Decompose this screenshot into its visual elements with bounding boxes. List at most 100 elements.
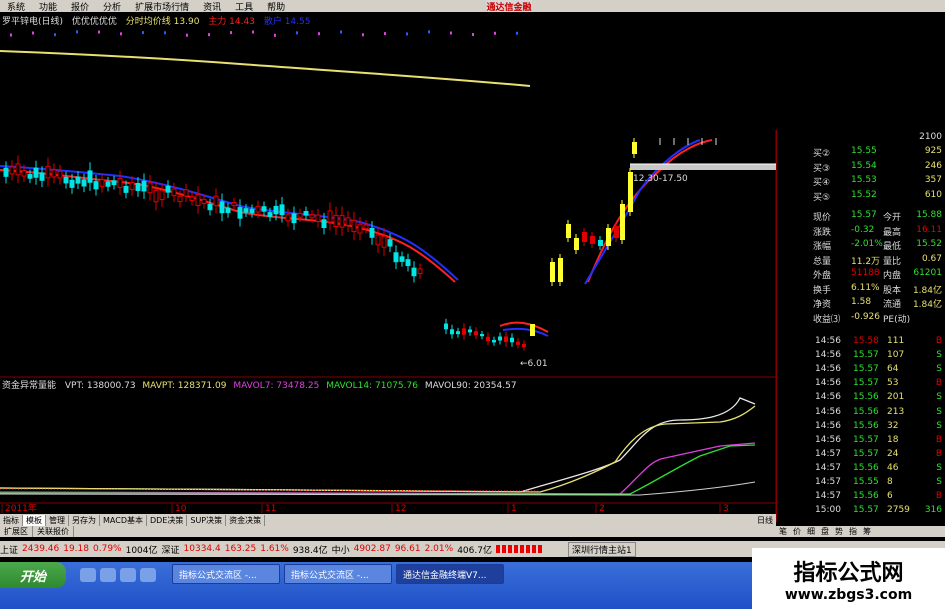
stock-title: 罗平锌电(日线)	[2, 17, 64, 27]
stat-value: -2.01%	[851, 239, 883, 249]
tick-price: 15.56	[853, 406, 879, 417]
bid-volume: 925	[924, 146, 942, 156]
tab-shi[interactable]: 势	[832, 526, 846, 537]
tick-price: 15.57	[853, 505, 879, 516]
folder-icon[interactable]	[140, 568, 156, 582]
desktop-icon[interactable]	[100, 568, 116, 582]
tick-price: 15.56	[853, 491, 879, 502]
tick-price: 15.57	[853, 434, 879, 445]
stat-row: 总量 11.2万 量比 0.67	[777, 254, 945, 267]
tick-volume: 213	[887, 406, 905, 417]
task-forum-2[interactable]: 指标公式交流区 -...	[284, 564, 392, 584]
task-terminal[interactable]: 通达信金融终端V7...	[396, 564, 504, 584]
menu-item[interactable]: 功能	[39, 0, 57, 13]
time-tick-label: 10	[175, 504, 187, 514]
bid-label: 买③	[813, 163, 831, 174]
menu-item[interactable]: 工具	[235, 0, 253, 13]
menu-item[interactable]: 帮助	[267, 0, 285, 13]
tab-dde[interactable]: DDE决策	[147, 514, 188, 526]
signal-mark	[472, 33, 474, 37]
menu-bar: 系统 功能 报价 分析 扩展市场行情 资讯 工具 帮助 通达信金融	[0, 0, 945, 13]
ticker-label: 深证	[161, 545, 180, 556]
tick-volume: 46	[887, 462, 899, 473]
time-tick-label: 3	[723, 504, 729, 514]
indicator-legend: 资金异常量能 VPT: 138000.73 MAVPT: 128371.09 M…	[2, 379, 517, 391]
stat-label: 股本	[883, 285, 902, 296]
start-button[interactable]: 开始	[0, 562, 66, 588]
tab-xi[interactable]: 细	[804, 526, 818, 537]
tab-chou[interactable]: 筹	[860, 526, 874, 537]
stat-label: PE(动)	[883, 314, 911, 325]
tab-pan[interactable]: 盘	[818, 526, 832, 537]
tick-time: 14:56	[815, 406, 841, 417]
media-icon[interactable]	[120, 568, 136, 582]
tab-extend-area[interactable]: 扩展区	[0, 526, 33, 537]
candle-body	[574, 238, 579, 250]
tick-volume: 8	[887, 477, 893, 487]
time-tick-label: 2011年	[5, 502, 37, 514]
tick-time: 14:56	[815, 392, 841, 403]
stat-value: -0.32	[851, 224, 875, 235]
tab-indicator[interactable]: 指标	[0, 514, 23, 526]
candle-body	[237, 207, 243, 219]
tick-time: 14:57	[815, 491, 841, 502]
candle-body	[63, 176, 69, 184]
stat-value: -0.926	[851, 311, 881, 322]
tab-save-as[interactable]: 另存为	[69, 514, 100, 526]
tab-sup[interactable]: SUP决策	[187, 514, 227, 526]
tab-jia[interactable]: 价	[790, 526, 804, 537]
bid-row: 买② 15.55 925	[777, 146, 945, 159]
low-annotation: ←6.01	[520, 359, 548, 369]
candle-body	[590, 236, 595, 244]
menu-item[interactable]: 报价	[71, 0, 89, 13]
signal-mark	[516, 31, 518, 35]
menu-item[interactable]: 扩展市场行情	[135, 0, 189, 13]
candle-body	[375, 234, 381, 246]
tab-bi[interactable]: 笔	[776, 526, 790, 537]
tab-fund[interactable]: 资金决策	[226, 514, 266, 526]
tick-volume: 32	[887, 420, 899, 431]
candle-body	[480, 334, 484, 337]
candle-body	[57, 170, 63, 179]
tab-macd[interactable]: MACD基本	[100, 514, 147, 526]
candle-body	[135, 182, 141, 191]
candle-body	[249, 208, 255, 214]
signal-mark	[252, 30, 254, 34]
task-label: 通达信金融终端V7...	[403, 570, 487, 581]
stat-row: 净资 1.58 流通 1.84亿	[777, 297, 945, 310]
stat-label: 总量	[813, 256, 832, 267]
bid-label: 买④	[813, 178, 831, 188]
ticker-change: 163.25	[224, 544, 257, 554]
tab-linked-quote[interactable]: 关联报价	[33, 526, 74, 537]
time-tick-label: 2	[599, 504, 605, 514]
tick-row: 14:56 15.56 32 S	[777, 421, 945, 434]
candle-body	[486, 336, 490, 342]
candle-body	[444, 323, 448, 330]
candle-body	[99, 179, 105, 187]
tick-price: 15.56	[853, 392, 879, 403]
menu-item[interactable]: 资讯	[203, 0, 221, 13]
signal-mark	[142, 31, 144, 35]
signal-mark	[10, 33, 12, 37]
tick-price: 15.57	[853, 448, 879, 459]
tick-time: 14:56	[815, 434, 841, 445]
tab-template[interactable]: 模板	[23, 514, 46, 526]
menu-item[interactable]: 系统	[7, 0, 25, 13]
tab-manage[interactable]: 管理	[46, 514, 69, 526]
server-status[interactable]: 深圳行情主站1	[567, 541, 636, 557]
time-tick-label: 1	[511, 504, 517, 514]
task-forum-1[interactable]: 指标公式交流区 -...	[172, 564, 280, 584]
tick-time: 14:56	[815, 378, 841, 389]
ie-icon[interactable]	[80, 568, 96, 582]
tick-price: 15.55	[853, 477, 879, 487]
sub-tabs: 扩展区 关联报价	[0, 526, 776, 537]
period-label[interactable]: 日线	[754, 515, 776, 526]
stat-row: 涨跌 -0.32 最高 16.11	[777, 225, 945, 238]
candle-body	[357, 223, 363, 234]
candle-body	[273, 205, 279, 215]
menu-item[interactable]: 分析	[103, 0, 121, 13]
tick-row: 14:57 15.56 6 B	[777, 491, 945, 504]
candle-body	[255, 205, 261, 213]
tick-row: 14:57 15.56 46 S	[777, 463, 945, 476]
tab-zhi[interactable]: 指	[846, 526, 860, 537]
